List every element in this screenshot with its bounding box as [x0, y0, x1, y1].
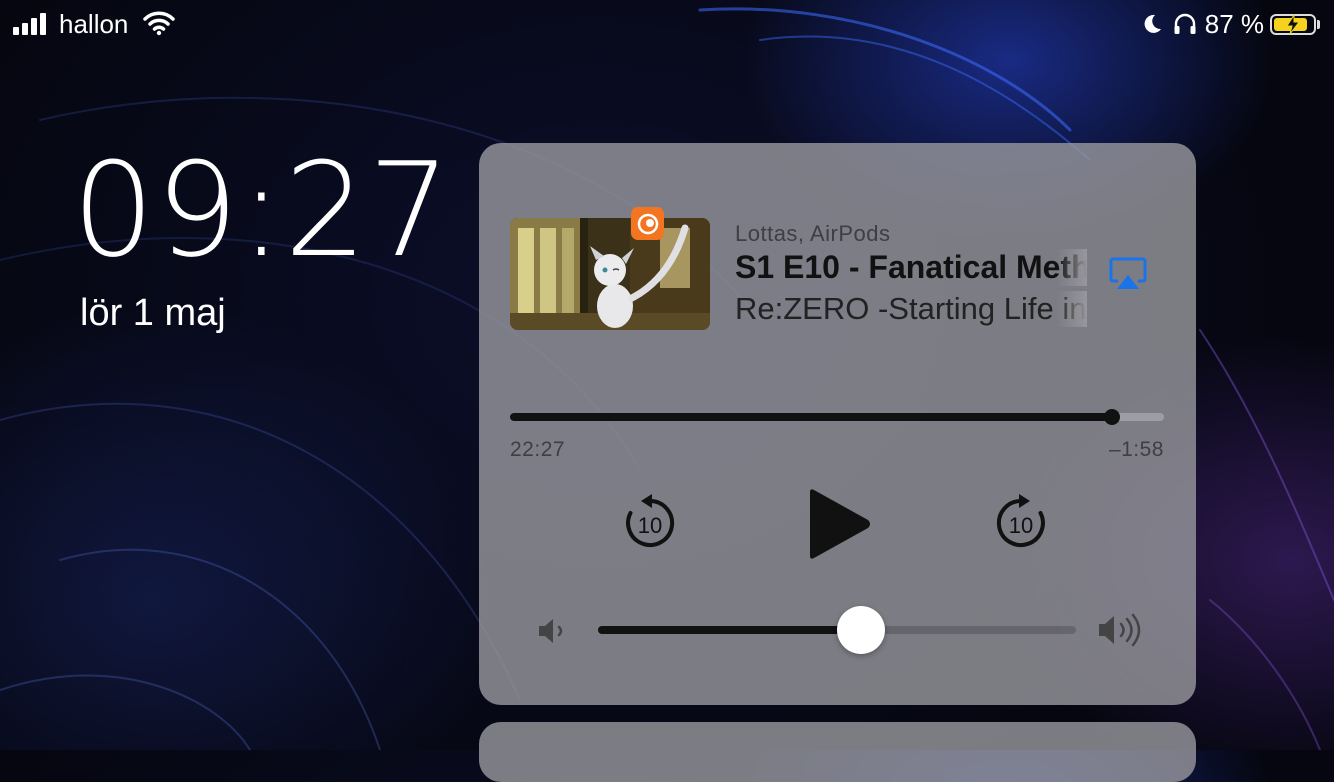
- volume-low-icon: [539, 619, 563, 643]
- now-playing-widget: Lottas, AirPods S1 E10 - Fanatical Metho…: [479, 143, 1196, 705]
- subtitle-fade: [1057, 291, 1087, 327]
- skip-back-label: 10: [638, 513, 662, 538]
- skip-back-10-button[interactable]: 10: [622, 493, 678, 549]
- elapsed-time: 22:27: [510, 438, 566, 461]
- headphones-icon: [1174, 13, 1196, 34]
- skip-forward-label: 10: [1009, 513, 1033, 538]
- playback-scrubber[interactable]: [510, 409, 1164, 425]
- title-fade: [1057, 249, 1087, 286]
- battery-cap: [1317, 19, 1320, 29]
- track-subtitle-text: Re:ZERO -Starting Life in Another World-: [735, 291, 1087, 326]
- output-device-label: Lottas, AirPods: [735, 221, 891, 246]
- track-title-text: S1 E10 - Fanatical Methods: [735, 249, 1087, 285]
- battery-icon: [1270, 13, 1316, 35]
- notification-card-peek[interactable]: [479, 722, 1196, 782]
- crunchyroll-icon: [631, 207, 664, 240]
- track-subtitle[interactable]: Re:ZERO -Starting Life in Another World-: [735, 291, 1087, 327]
- status-right: 87 %: [1141, 9, 1320, 39]
- charging-bolt-icon: [1286, 13, 1300, 34]
- lock-screen-time: 09:27: [72, 134, 452, 286]
- volume-level-fill: [598, 626, 861, 634]
- artwork-image: [510, 218, 710, 330]
- scrubber-knob[interactable]: [1103, 409, 1120, 425]
- scrubber-progress: [510, 413, 1112, 421]
- volume-knob[interactable]: [836, 606, 885, 654]
- wifi-icon: [143, 11, 175, 36]
- signal-icon: [13, 13, 46, 35]
- skip-forward-10-button[interactable]: 10: [993, 493, 1049, 549]
- airplay-icon[interactable]: [1109, 256, 1147, 292]
- carrier-name: hallon: [59, 9, 129, 39]
- moon-icon: [1144, 14, 1161, 33]
- lock-screen-date: lör 1 maj: [80, 292, 226, 334]
- volume-high-icon: [1099, 613, 1141, 647]
- remaining-time: –1:58: [1108, 438, 1164, 461]
- volume-slider[interactable]: [598, 606, 1076, 654]
- track-title[interactable]: S1 E10 - Fanatical Methods: [735, 249, 1087, 286]
- battery-percent: 87 %: [1204, 8, 1264, 39]
- play-button[interactable]: [804, 488, 874, 560]
- artwork-thumbnail[interactable]: [510, 218, 710, 330]
- status-bar: hallon 87 %: [0, 0, 1334, 50]
